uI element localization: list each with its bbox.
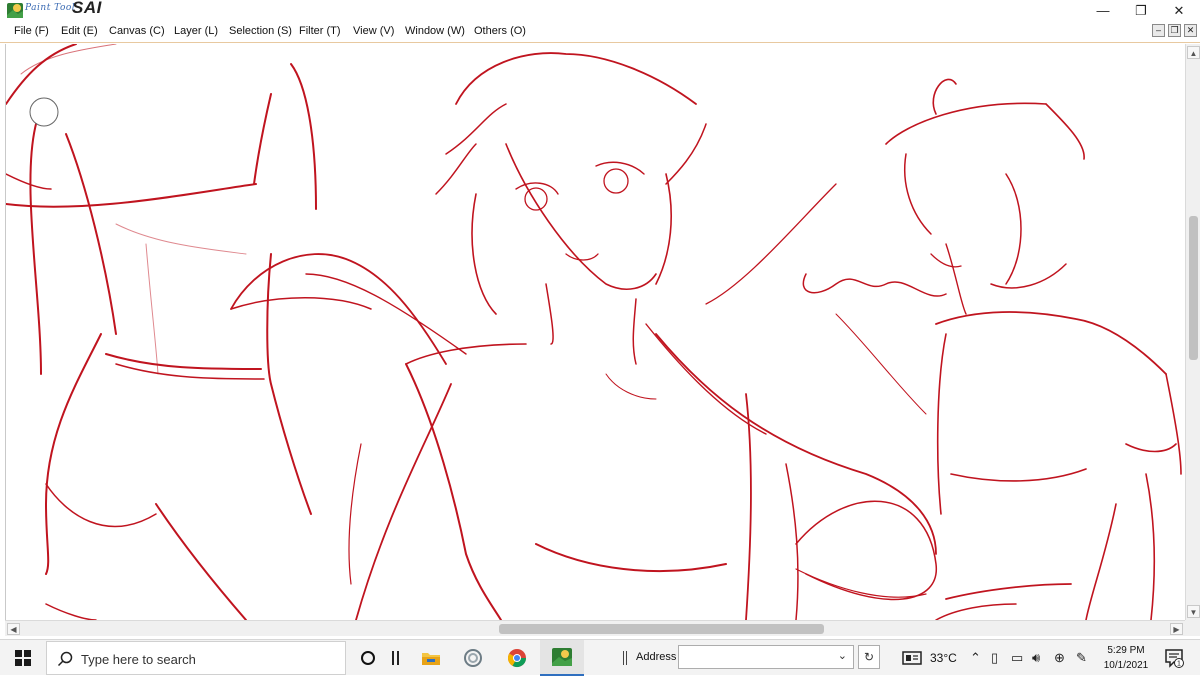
weather-button[interactable]: [900, 640, 924, 676]
menu-canvas[interactable]: Canvas (C): [109, 25, 165, 37]
notification-center-button[interactable]: 1: [1164, 648, 1184, 668]
close-button[interactable]: ✕: [1160, 0, 1198, 21]
swirl-app-button[interactable]: [458, 640, 488, 676]
toolbar-grip-icon: [620, 640, 630, 676]
horizontal-scroll-thumb[interactable]: [499, 624, 824, 634]
search-placeholder: Type here to search: [81, 652, 196, 667]
clock-time: 5:29 PM: [1107, 645, 1145, 656]
refresh-icon: ↻: [863, 650, 875, 664]
mdi-restore-button[interactable]: ❐: [1168, 24, 1181, 37]
mdi-minimize-button[interactable]: –: [1152, 24, 1165, 37]
windows-logo-icon: [15, 650, 31, 666]
paint-tool-sai-taskbar-button[interactable]: [540, 640, 584, 676]
windows-taskbar: Type here to search Address ⌄ ↻ 33°C ⌃ ▯…: [0, 639, 1200, 676]
cortana-button[interactable]: [356, 640, 380, 676]
address-go-button[interactable]: ↻: [858, 645, 880, 669]
drawing-canvas[interactable]: [5, 44, 1185, 620]
menu-window[interactable]: Window (W): [405, 25, 465, 37]
address-label: Address: [636, 651, 677, 663]
swirl-app-icon: [464, 649, 482, 667]
scroll-up-icon[interactable]: ▲: [1187, 46, 1200, 59]
battery-icon[interactable]: ▭: [1011, 650, 1023, 666]
mdi-close-button[interactable]: ✕: [1184, 24, 1197, 37]
vertical-scroll-thumb[interactable]: [1189, 216, 1198, 360]
sai-app-icon: [552, 648, 572, 666]
taskbar-search-box[interactable]: Type here to search: [46, 641, 346, 675]
chrome-icon: [508, 649, 526, 668]
notification-icon: 1: [1165, 649, 1184, 668]
scroll-down-icon[interactable]: ▼: [1187, 605, 1200, 618]
temperature-label[interactable]: 33°C: [930, 651, 957, 665]
menu-layer[interactable]: Layer (L): [174, 25, 218, 37]
folder-icon: [422, 653, 440, 665]
notification-count: 1: [1177, 661, 1181, 668]
vertical-scrollbar[interactable]: ▲ ▼: [1185, 44, 1200, 620]
scroll-left-icon[interactable]: ◀: [7, 623, 20, 635]
start-button[interactable]: [0, 640, 46, 676]
pen-workspace-icon[interactable]: ✎: [1076, 650, 1087, 666]
menu-edit[interactable]: Edit (E): [61, 25, 98, 37]
restore-button[interactable]: ❐: [1122, 0, 1160, 21]
sketch-artwork: [6, 44, 1182, 620]
scrollbar-corner: [1185, 620, 1200, 636]
weather-news-icon: [902, 651, 922, 665]
chrome-button[interactable]: [502, 640, 532, 676]
menu-selection[interactable]: Selection (S): [229, 25, 292, 37]
globe-network-icon[interactable]: ⊕: [1054, 650, 1065, 666]
title-bar: Paint Tool SAI — ❐ ✕: [0, 0, 1200, 21]
app-logo-icon: [7, 3, 23, 18]
task-view-icon: [392, 651, 399, 665]
meet-now-icon[interactable]: ▯: [991, 650, 998, 666]
chevron-down-icon[interactable]: ⌄: [838, 649, 847, 662]
chevron-up-icon[interactable]: ⌃: [970, 650, 981, 666]
task-view-button[interactable]: [386, 640, 406, 676]
scroll-right-icon[interactable]: ▶: [1170, 623, 1183, 635]
file-explorer-button[interactable]: [416, 640, 446, 676]
cortana-circle-icon: [361, 651, 375, 665]
system-clock[interactable]: 5:29 PM 10/1/2021: [1100, 643, 1152, 673]
menu-view[interactable]: View (V): [353, 25, 394, 37]
search-icon: [57, 651, 73, 667]
address-bar-input[interactable]: ⌄: [678, 645, 854, 669]
volume-icon[interactable]: 🔊︎: [1032, 650, 1040, 666]
menu-others[interactable]: Others (O): [474, 25, 526, 37]
horizontal-scrollbar[interactable]: ◀ ▶: [5, 620, 1185, 636]
menu-bar: File (F) Edit (E) Canvas (C) Layer (L) S…: [0, 21, 1200, 43]
menu-file[interactable]: File (F): [14, 25, 49, 37]
brand-title: SAI: [72, 0, 102, 17]
paint-tool-sai-window: Paint Tool SAI — ❐ ✕ File (F) Edit (E) C…: [0, 0, 1200, 676]
brand-subtitle: Paint Tool: [25, 3, 76, 13]
clock-date: 10/1/2021: [1103, 660, 1149, 671]
minimize-button[interactable]: —: [1084, 0, 1122, 21]
menu-filter[interactable]: Filter (T): [299, 25, 341, 37]
